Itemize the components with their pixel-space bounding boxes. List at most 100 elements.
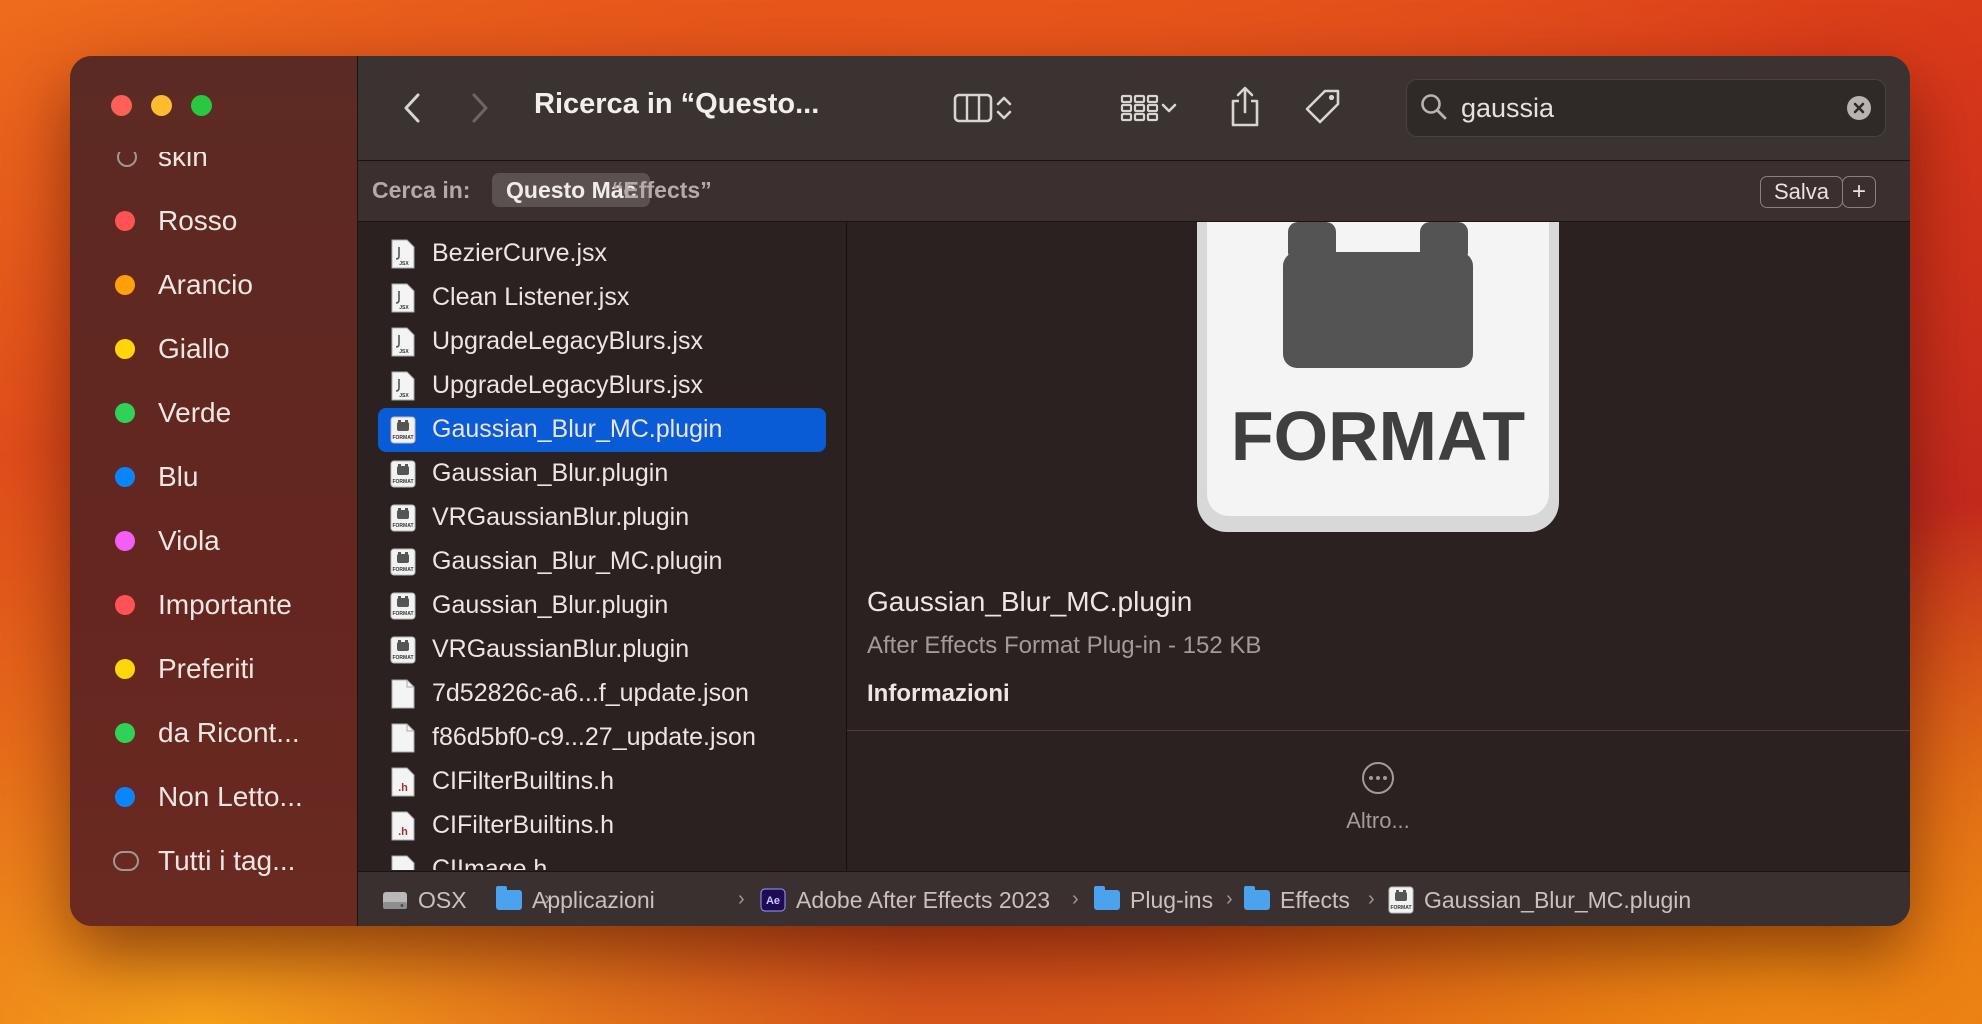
- file-row[interactable]: FORMAT Gaussian_Blur_MC.plugin: [378, 540, 826, 584]
- sidebar-tag-label: Blu: [158, 461, 199, 492]
- sidebar-tag-arancio[interactable]: Arancio: [70, 262, 357, 308]
- file-row[interactable]: FORMAT VRGaussianBlur.plugin: [378, 496, 826, 540]
- ae-app-icon: Ae: [760, 888, 786, 912]
- search-field[interactable]: [1406, 79, 1886, 137]
- tag-color-dot-icon: [115, 275, 135, 295]
- sidebar-tag-viola[interactable]: Viola: [70, 518, 357, 564]
- file-row[interactable]: FORMAT VRGaussianBlur.plugin: [378, 628, 826, 672]
- breadcrumb-label: Effects: [1280, 886, 1350, 913]
- tag-color-dot-icon: [115, 403, 135, 423]
- header-file-icon: .h: [390, 855, 416, 870]
- close-button[interactable]: [111, 95, 132, 116]
- file-row[interactable]: 7d52826c-a6...f_update.json: [378, 672, 826, 716]
- tag-color-dot-icon: [115, 595, 135, 615]
- format-icon-text: FORMAT: [1231, 397, 1525, 475]
- file-row[interactable]: FORMAT Gaussian_Blur.plugin: [378, 584, 826, 628]
- plugin-file-icon: FORMAT: [390, 415, 416, 445]
- breadcrumb-effects[interactable]: Effects: [1244, 884, 1350, 916]
- file-row[interactable]: JSX UpgradeLegacyBlurs.jsx: [378, 364, 826, 408]
- file-name: Gaussian_Blur.plugin: [432, 591, 669, 619]
- file-row[interactable]: FORMAT Gaussian_Blur_MC.plugin: [378, 408, 826, 452]
- breadcrumb-separator: ›: [1226, 888, 1233, 910]
- file-row[interactable]: .h CIFilterBuiltins.h: [378, 760, 826, 804]
- svg-text:FORMAT: FORMAT: [392, 479, 413, 485]
- preview-info-heading[interactable]: Informazioni: [867, 680, 1010, 708]
- file-name: 7d52826c-a6...f_update.json: [432, 679, 749, 707]
- breadcrumb-plug-ins[interactable]: Plug-ins: [1094, 884, 1213, 916]
- chevron-left-icon: [404, 93, 420, 123]
- more-actions-label: Altro...: [1346, 808, 1410, 833]
- preview-file-kind: After Effects Format Plug-in - 152 KB: [867, 632, 1262, 659]
- sidebar-tag-list: skin Rosso Arancio Giallo Verde Blu Viola Impor…: [70, 152, 357, 926]
- breadcrumb-adobe-after-effects-2023[interactable]: Ae Adobe After Effects 2023: [760, 884, 1050, 916]
- sidebar-tag-skin[interactable]: skin: [70, 152, 357, 180]
- svg-text:FORMAT: FORMAT: [392, 523, 413, 529]
- file-row[interactable]: .h CIFilterBuiltins.h: [378, 804, 826, 848]
- view-mode-button[interactable]: [943, 84, 1023, 132]
- svg-text:Ae: Ae: [766, 895, 780, 907]
- file-name: CIFilterBuiltins.h: [432, 767, 614, 795]
- preview-file-name: Gaussian_Blur_MC.plugin: [867, 586, 1193, 617]
- close-icon: [1853, 102, 1865, 114]
- file-row[interactable]: f86d5bf0-c9...27_update.json: [378, 716, 826, 760]
- breadcrumb-gaussian-blur-mc-plugin[interactable]: FORMAT Gaussian_Blur_MC.plugin: [1388, 884, 1691, 916]
- svg-text:FORMAT: FORMAT: [392, 655, 413, 661]
- chevron-right-icon: [472, 93, 488, 123]
- plugin-file-icon: FORMAT: [390, 635, 416, 665]
- svg-text:JSX: JSX: [399, 261, 409, 267]
- scope-effects-button[interactable]: “Effects”: [598, 173, 726, 207]
- tag-icon: [1305, 89, 1340, 124]
- search-scope-bar: Cerca in: Questo Mac “Effects” Salva +: [358, 161, 1910, 222]
- folder-icon: [1244, 886, 1270, 910]
- chevron-down-icon: [1161, 103, 1177, 113]
- zoom-button[interactable]: [191, 95, 212, 116]
- tag-color-dot-icon: [115, 211, 135, 231]
- json-file-icon: [390, 679, 416, 709]
- file-row[interactable]: JSX Clean Listener.jsx: [378, 276, 826, 320]
- preview-pane: FORMAT Gaussian_Blur_MC.plugin After Eff…: [847, 222, 1910, 870]
- tag-color-dot-icon: [113, 851, 139, 871]
- file-name: VRGaussianBlur.plugin: [432, 635, 690, 663]
- folder-icon: [496, 886, 522, 910]
- clear-search-button[interactable]: [1847, 96, 1871, 120]
- search-results-list: JSX BezierCurve.jsx JSX Clean Listener.jsx J…: [358, 222, 847, 870]
- path-bar: OSX › Applicazioni › Ae Adobe After Effects 2…: [358, 871, 1910, 926]
- breadcrumb-label: OSX: [418, 886, 467, 913]
- minimize-button[interactable]: [151, 95, 172, 116]
- svg-text:.h: .h: [398, 826, 408, 838]
- forward-button[interactable]: [462, 88, 498, 128]
- breadcrumb-osx[interactable]: OSX: [382, 884, 467, 916]
- plugin-file-icon: FORMAT: [390, 459, 416, 489]
- file-row[interactable]: .h CIImage.h: [378, 848, 826, 870]
- sidebar-tag-da-ricontrollare[interactable]: da Ricont...: [70, 710, 357, 756]
- sidebar-tag-blu[interactable]: Blu: [70, 454, 357, 500]
- sidebar-tag-label: da Ricont...: [158, 717, 300, 748]
- sidebar-tag-rosso[interactable]: Rosso: [70, 198, 357, 244]
- tag-color-dot-icon: [115, 659, 135, 679]
- more-actions-button[interactable]: Altro...: [1338, 762, 1418, 834]
- group-button[interactable]: [1112, 84, 1186, 132]
- search-input[interactable]: [1459, 90, 1823, 126]
- sidebar-tag-giallo[interactable]: Giallo: [70, 326, 357, 372]
- save-search-button[interactable]: Salva: [1760, 176, 1844, 208]
- sidebar-tag-label: Preferiti: [158, 653, 255, 684]
- share-button[interactable]: [1224, 82, 1266, 132]
- sidebar-tag-importante[interactable]: Importante: [70, 582, 357, 628]
- sidebar-tag-tutti-i-tag[interactable]: Tutti i tag...: [70, 838, 357, 884]
- sidebar-tag-non-letto[interactable]: Non Letto...: [70, 774, 357, 820]
- file-name: Gaussian_Blur.plugin: [432, 459, 669, 487]
- file-row[interactable]: JSX BezierCurve.jsx: [378, 232, 826, 276]
- back-button[interactable]: [394, 88, 430, 128]
- svg-text:JSX: JSX: [399, 349, 409, 355]
- plugin-file-icon: FORMAT: [390, 591, 416, 621]
- file-name: CIImage.h: [432, 855, 548, 870]
- sidebar-tag-verde[interactable]: Verde: [70, 390, 357, 436]
- file-row[interactable]: FORMAT Gaussian_Blur.plugin: [378, 452, 826, 496]
- breadcrumb-applicazioni[interactable]: Applicazioni: [496, 884, 655, 916]
- sidebar-tag-preferiti[interactable]: Preferiti: [70, 646, 357, 692]
- add-criteria-button[interactable]: +: [1842, 176, 1876, 208]
- breadcrumb-label: Gaussian_Blur_MC.plugin: [1424, 886, 1692, 913]
- file-name: CIFilterBuiltins.h: [432, 811, 614, 839]
- file-row[interactable]: JSX UpgradeLegacyBlurs.jsx: [378, 320, 826, 364]
- tag-button[interactable]: [1300, 82, 1346, 132]
